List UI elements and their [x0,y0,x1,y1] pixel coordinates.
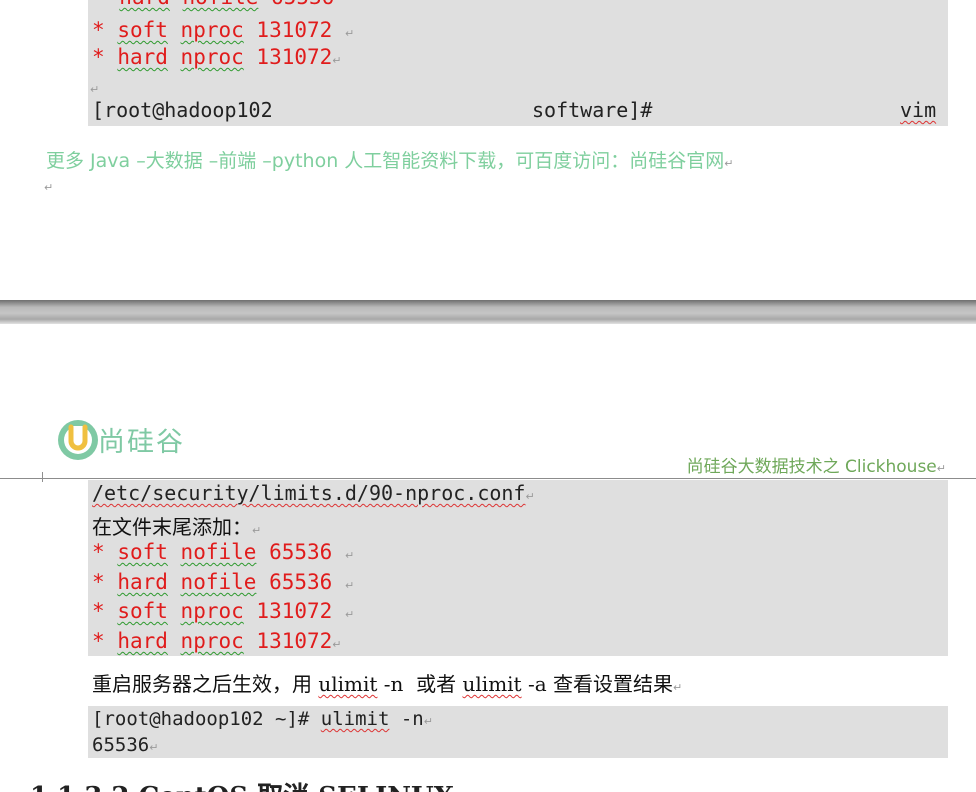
ulimit-command: ulimit [320,708,390,730]
paragraph-mark: ↵ [90,83,100,96]
code-line-empty: ↵ [90,74,99,98]
config-row: * hard nofile 65536 ↵ [92,570,355,594]
u-logo-icon [58,420,98,460]
code-star: * [94,0,119,9]
paragraph-mark: ↵ [525,490,535,503]
text-margin-corner [42,472,43,482]
code-value: 131072 [256,45,333,69]
code-command-line: [root@hadoop102 [92,98,273,122]
paragraph-mark: ↵ [936,462,946,475]
paragraph-mark: ↵ [344,549,355,562]
paragraph-mark: ↵ [344,27,355,40]
code-keyword: soft [117,18,168,42]
paragraph-mark: ↵ [332,638,342,651]
code-keyword: hard [117,45,168,69]
config-row: * soft nofile 65536 ↵ [92,540,355,564]
code-line-cut: * hard nofile 65536 [94,0,334,9]
ulimit-command-line: [root@hadoop102 ~]# ulimit -n↵ [92,708,433,730]
document-page-top: * hard nofile 65536 * soft nproc 131072 … [0,0,976,300]
paragraph-mark: ↵ [344,579,355,592]
paragraph-mark: ↵ [252,524,262,537]
config-row: * hard nproc 131072↵ [92,629,342,653]
restart-note: 重启服务器之后生效，用 ulimit -n 或者 ulimit -a 查看设置结… [92,672,683,696]
page-header-title: 尚硅谷大数据技术之 Clickhouse↵ [686,457,946,477]
header-rule [0,478,976,479]
paragraph-mark: ↵ [44,181,54,194]
config-path: /etc/security/limits.d/90-nproc.conf↵ [92,481,535,505]
paragraph-mark: ↵ [673,681,683,694]
code-block-ulimit-output: [root@hadoop102 ~]# ulimit -n↵ 65536↵ [88,706,948,758]
logo-text: 尚硅谷 [98,427,185,458]
brand-logo: 尚硅谷 [56,418,206,464]
code-value: 131072 [256,18,333,42]
code-block-limits-continued: * hard nofile 65536 * soft nproc 131072 … [88,0,948,126]
code-command-tool: vim [900,98,937,122]
shell-prompt: [root@hadoop102 [92,98,273,122]
config-note: 在文件末尾添加：↵ [92,515,262,539]
code-line: * soft nproc 131072 ↵ [92,18,355,42]
paragraph-mark: ↵ [724,157,734,170]
promo-line: 更多 Java –大数据 –前端 –python 人工智能资料下载，可百度访问：… [46,150,734,172]
document-page-bottom: 尚硅谷 尚硅谷大数据技术之 Clickhouse↵ /etc/security/… [0,324,976,792]
ulimit-result: 65536↵ [92,734,159,756]
code-keyword: nproc [180,18,244,42]
empty-paragraph: ↵ [44,176,53,195]
paragraph-mark: ↵ [149,741,159,754]
code-command-dir: software]# [532,98,653,122]
section-heading-cut: 1.1.3.2 CentOS 取消 SELINUX [30,776,454,792]
paragraph-mark: ↵ [423,715,433,728]
paragraph-mark: ↵ [332,54,342,67]
shell-prompt: [root@hadoop102 ~]# [92,708,321,730]
config-row: * soft nproc 131072 ↵ [92,599,355,623]
code-keyword: nproc [180,45,244,69]
code-line: * hard nproc 131072↵ [92,45,342,69]
page-separator [0,300,976,324]
paragraph-mark: ↵ [344,608,355,621]
code-block-nproc-conf: /etc/security/limits.d/90-nproc.conf↵ 在文… [88,480,948,656]
